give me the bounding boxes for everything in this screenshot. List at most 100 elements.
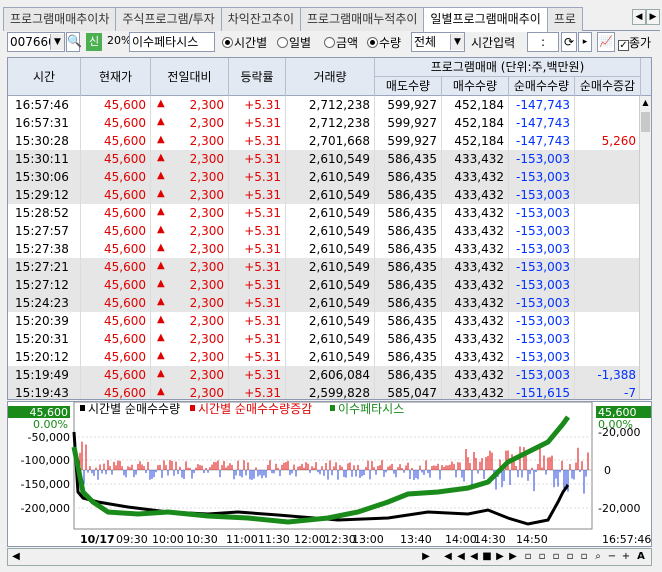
cell-sell: 586,435 xyxy=(375,222,442,240)
table-row[interactable]: 15:20:12 45,600 ▲ 2,300 +5.31 2,610,549 586,43… xyxy=(8,348,641,366)
scroll-right-icon[interactable]: ▶ xyxy=(421,550,431,564)
tool-icon[interactable]: ▫ xyxy=(564,550,576,564)
tab-arbitrage-balance[interactable]: 차익잔고추이 xyxy=(220,7,301,31)
legend-item[interactable]: 이수페타시스 xyxy=(338,402,404,416)
tool-icon[interactable]: ▫ xyxy=(578,550,590,564)
radio-icon[interactable] xyxy=(222,37,233,48)
prev-icon[interactable]: ◀ xyxy=(468,550,480,564)
radio-icon[interactable] xyxy=(324,37,335,48)
cell-buy: 433,432 xyxy=(442,276,509,294)
tab-daily-program[interactable]: 일별프로그램매매추이 xyxy=(423,7,548,32)
col-price[interactable]: 현재가 xyxy=(81,58,151,96)
cell-price: 45,600 xyxy=(81,240,151,258)
col-net-delta[interactable]: 순매수증감 xyxy=(575,77,641,96)
zoom-in-icon[interactable]: + xyxy=(620,550,632,564)
right-tick-label: -20,000 xyxy=(598,426,640,439)
table-row[interactable]: 15:20:31 45,600 ▲ 2,300 +5.31 2,610,549 586,43… xyxy=(8,330,641,348)
cell-volume: 2,610,549 xyxy=(286,150,375,168)
time-input-label: 시간입력 xyxy=(471,36,516,50)
y-tick-label: -50,000 xyxy=(28,431,70,444)
table-row[interactable]: 15:19:49 45,600 ▲ 2,300 +5.31 2,606,084 586,43… xyxy=(8,366,641,384)
checkbox-icon[interactable]: ✓ xyxy=(618,40,629,51)
table-row[interactable]: 15:27:12 45,600 ▲ 2,300 +5.31 2,610,549 586,43… xyxy=(8,276,641,294)
filter-select[interactable]: 전체 ▼ xyxy=(411,32,465,52)
tab-program-more[interactable]: 프로 xyxy=(546,7,583,31)
cell-sell: 599,927 xyxy=(375,132,442,150)
radio-day[interactable]: 일별 xyxy=(277,34,311,51)
scroll-up-icon[interactable]: ▲ xyxy=(640,96,651,110)
search-icon[interactable]: 🔍 xyxy=(66,32,82,52)
col-rate[interactable]: 등락률 xyxy=(229,58,286,96)
cell-rate: +5.31 xyxy=(229,258,286,276)
close-price-check[interactable]: ✓종가 xyxy=(618,34,651,51)
horizontal-scrollbar[interactable]: ◀ ▶ ◀ ◀ ◀ ■ ▶ ▶ ▫ ▫ ▫ ▫ ▫ ⌕ − + A xyxy=(7,548,652,566)
table-row[interactable]: 15:28:52 45,600 ▲ 2,300 +5.31 2,610,549 586,43… xyxy=(8,204,641,222)
cell-delta xyxy=(575,276,641,294)
chevron-down-icon[interactable]: ▼ xyxy=(50,34,64,50)
stock-code-input[interactable]: 007660 ▼ xyxy=(7,32,65,52)
x-tick-label: 14:30 xyxy=(474,533,506,546)
next-icon[interactable]: ▶ xyxy=(507,550,519,564)
col-change[interactable]: 전일대비 xyxy=(151,58,229,96)
tab-prev-icon[interactable]: ◀ xyxy=(632,9,646,25)
cell-net: -153,003 xyxy=(509,240,575,258)
table-row[interactable]: 15:30:06 45,600 ▲ 2,300 +5.31 2,610,549 586,43… xyxy=(8,168,641,186)
cell-rate: +5.31 xyxy=(229,312,286,330)
radio-quantity[interactable]: 수량 xyxy=(367,34,401,51)
radio-time[interactable]: 시간별 xyxy=(222,34,267,51)
table-row[interactable]: 16:57:31 45,600 ▲ 2,300 +5.31 2,712,238 599,92… xyxy=(8,114,641,132)
tab-stock-program-investor[interactable]: 주식프로그램/투자 xyxy=(115,7,222,31)
font-size-icon[interactable]: A xyxy=(634,550,648,564)
col-time[interactable]: 시간 xyxy=(8,58,81,96)
table-row[interactable]: 15:30:28 45,600 ▲ 2,300 +5.31 2,701,668 599,92… xyxy=(8,132,641,150)
tab-program-trend-chart[interactable]: 프로그램매매추이차 xyxy=(3,7,117,31)
stop-icon[interactable]: ■ xyxy=(481,550,493,564)
tool-icon[interactable]: ▫ xyxy=(550,550,562,564)
table-row[interactable]: 15:27:57 45,600 ▲ 2,300 +5.31 2,610,549 586,43… xyxy=(8,222,641,240)
table-row[interactable]: 15:20:39 45,600 ▲ 2,300 +5.31 2,610,549 586,43… xyxy=(8,312,641,330)
x-tick-label: 14:50 xyxy=(516,533,548,546)
chevron-down-icon[interactable]: ▼ xyxy=(450,34,464,50)
table-row[interactable]: 15:30:11 45,600 ▲ 2,300 +5.31 2,610,549 586,43… xyxy=(8,150,641,168)
tool-icon[interactable]: ▫ xyxy=(536,550,548,564)
tool-icon[interactable]: ▫ xyxy=(522,550,534,564)
zoom-out-icon[interactable]: − xyxy=(606,550,618,564)
radio-amount[interactable]: 금액 xyxy=(324,34,358,51)
col-sell-qty[interactable]: 매도수량 xyxy=(375,77,442,96)
x-tick-label: 13:00 xyxy=(352,533,384,546)
col-net-qty[interactable]: 순매수수량 xyxy=(509,77,575,96)
table-row[interactable]: 15:24:23 45,600 ▲ 2,300 +5.31 2,610,549 586,43… xyxy=(8,294,641,312)
tab-next-icon[interactable]: ▶ xyxy=(646,9,660,25)
cell-buy: 433,432 xyxy=(442,150,509,168)
vertical-scrollbar[interactable]: ▲ xyxy=(639,96,651,399)
cell-price: 45,600 xyxy=(81,150,151,168)
col-buy-qty[interactable]: 매수수량 xyxy=(442,77,509,96)
table-row[interactable]: 15:19:43 45,600 ▲ 2,300 +5.31 2,599,828 585,04… xyxy=(8,384,641,399)
cell-price: 45,600 xyxy=(81,114,151,132)
cell-volume: 2,610,549 xyxy=(286,222,375,240)
chart-icon[interactable]: 📈 xyxy=(597,32,615,52)
scroll-left-icon[interactable]: ◀ xyxy=(11,550,21,564)
table-row[interactable]: 15:27:21 45,600 ▲ 2,300 +5.31 2,610,549 586,43… xyxy=(8,258,641,276)
cell-change: 2,300 xyxy=(151,258,229,276)
legend-item[interactable]: 시간별 순매수수량 xyxy=(88,402,180,416)
tab-program-cumulative[interactable]: 프로그램매매누적추이 xyxy=(300,7,425,31)
refresh-icon[interactable]: ⟳ xyxy=(561,32,577,52)
cell-price: 45,600 xyxy=(81,276,151,294)
cell-delta xyxy=(575,186,641,204)
legend-item[interactable]: 시간별 순매수수량증감 xyxy=(198,402,312,416)
col-volume[interactable]: 거래량 xyxy=(286,58,375,96)
radio-icon[interactable] xyxy=(277,37,288,48)
time-input[interactable]: : xyxy=(527,32,559,52)
table-row[interactable]: 16:57:46 45,600 ▲ 2,300 +5.31 2,712,238 599,92… xyxy=(8,96,641,114)
rewind-icon[interactable]: ◀ xyxy=(442,550,454,564)
radio-icon[interactable] xyxy=(367,37,378,48)
chart-canvas[interactable]: -50,000-100,000-150,000-200,00045,6000.0… xyxy=(8,402,652,547)
first-icon[interactable]: ◀ xyxy=(455,550,467,564)
table-row[interactable]: 15:27:38 45,600 ▲ 2,300 +5.31 2,610,549 586,43… xyxy=(8,240,641,258)
table-row[interactable]: 15:29:12 45,600 ▲ 2,300 +5.31 2,610,549 586,43… xyxy=(8,186,641,204)
zoom-icon[interactable]: ⌕ xyxy=(592,550,604,564)
scroll-thumb[interactable] xyxy=(641,112,650,132)
play-icon[interactable]: ▶ xyxy=(494,550,506,564)
expand-icon[interactable]: ▸ xyxy=(578,32,592,52)
